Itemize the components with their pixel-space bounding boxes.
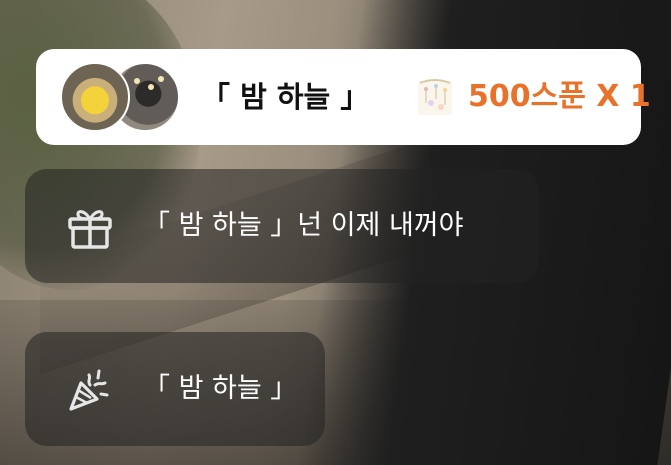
chat-message-gift[interactable]: 「 밤 하늘 」넌 이제 내꺼야 — [25, 169, 539, 283]
chat-message-celebration[interactable]: 「 밤 하늘 」 — [25, 332, 325, 446]
spoon-gift-icon — [418, 79, 452, 115]
gift-notification-card[interactable]: 「 밤 하늘 」 500스푼 X 1 — [36, 49, 651, 145]
chat-message-text: 「 밤 하늘 」 — [143, 373, 298, 404]
gift-icon — [68, 210, 112, 249]
party-popper-icon — [69, 369, 109, 411]
sender-name: 「 밤 하늘 」 — [201, 80, 370, 114]
chat-message-text: 「 밤 하늘 」넌 이제 내꺼야 — [143, 210, 464, 241]
gift-amount: 500스푼 X 1 — [468, 79, 651, 114]
sender-avatar[interactable] — [60, 62, 130, 132]
